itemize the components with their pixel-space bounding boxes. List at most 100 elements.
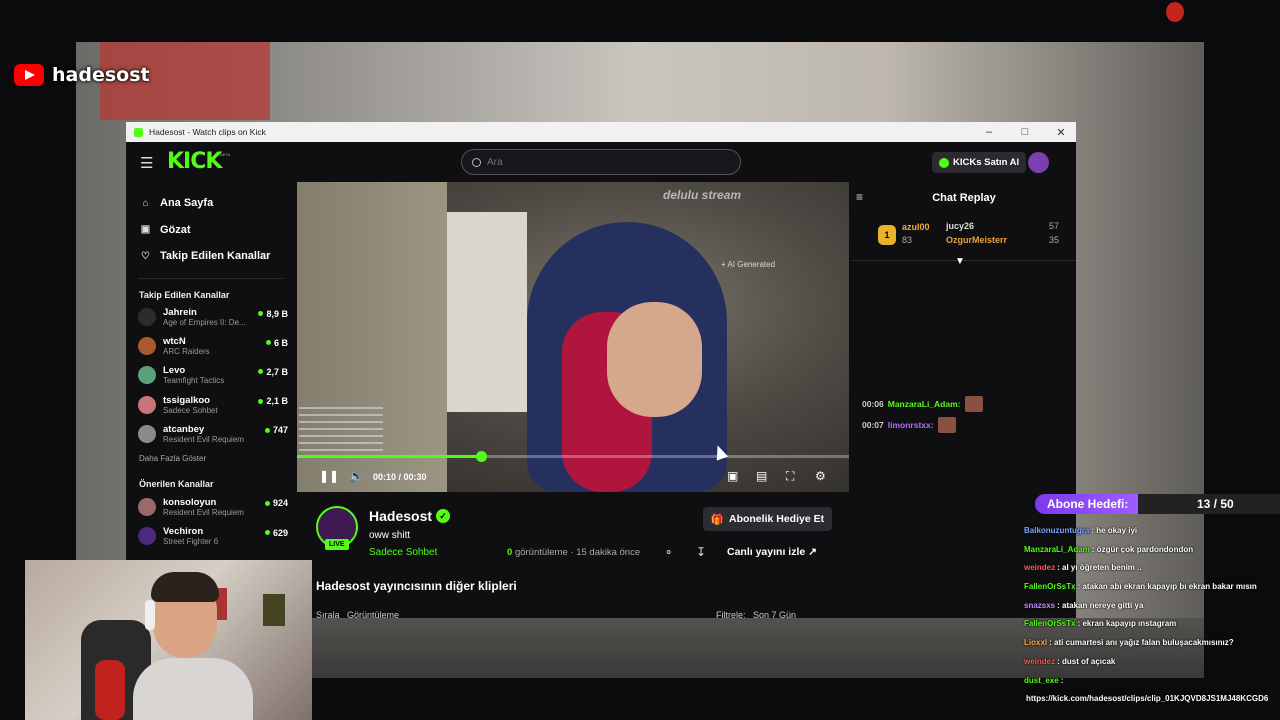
clip-views: 0 görüntüleme · 15 dakika önce (507, 547, 641, 558)
chat-emote-icon (964, 396, 983, 412)
viewer-count-value: 924 (272, 498, 288, 509)
video-progress-bar[interactable] (297, 451, 849, 462)
sidebar-channel-item[interactable]: Vechiron Street Fighter 6 629 (126, 522, 296, 551)
kicks-coin-icon (939, 157, 949, 168)
youtube-icon (14, 64, 44, 86)
webcam-poster (263, 594, 285, 626)
sidebar-divider (138, 277, 284, 279)
video-progress-handle[interactable] (476, 451, 487, 462)
search-input[interactable] (487, 156, 717, 168)
channel-avatar (138, 337, 156, 356)
volume-icon[interactable]: 🔈 (349, 469, 364, 483)
download-icon[interactable]: ↧ (696, 545, 706, 559)
sort-dropdown[interactable]: Görüntüleme (347, 610, 399, 618)
leaderboard-third-value: 35 (1049, 235, 1060, 245)
stream-chat-text: : ati cumartesi anı yağız falan buluşaca… (1049, 638, 1234, 648)
search-bar[interactable] (461, 149, 741, 175)
chat-emote-icon (937, 417, 956, 433)
channel-brand: hadesost (14, 62, 150, 88)
live-dot-icon (265, 340, 271, 346)
kick-logo[interactable]: KICK (167, 149, 222, 174)
beta-label: BETA (220, 152, 231, 157)
channel-category: ARC Raiders (163, 347, 210, 357)
watch-live-link[interactable]: Canlı yayını izle ↗ (727, 546, 817, 558)
channel-category: Sadece Sohbet (163, 405, 218, 415)
minimize-button[interactable]: – (974, 126, 1004, 138)
pause-icon[interactable]: ❚❚ (319, 469, 339, 483)
sidebar-item-home[interactable]: ⌂ Ana Sayfa (126, 190, 296, 217)
stream-chat-message: https://kick.com/hadesost/clips/clip_01K… (1024, 694, 1280, 704)
gift-subscription-button[interactable]: 🎁 Abonelik Hediye Et (703, 507, 832, 531)
stream-chat-message: weindez: dust of açıcak (1024, 657, 1280, 667)
theater-mode-icon[interactable]: ▤ (756, 469, 767, 483)
webcam-chair-accent (95, 660, 125, 720)
sidebar-item-browse[interactable]: ▣ Gözat (126, 217, 296, 244)
gift-subscription-label: Abonelik Hediye Et (728, 513, 825, 525)
share-icon[interactable]: ⚬ (664, 546, 673, 559)
chat-filter-icon[interactable]: ▼ (955, 256, 965, 267)
filter-row: Filtrele: Son 7 Gün (716, 610, 796, 618)
stream-chat-text: : he okay iyi (1091, 526, 1138, 535)
stream-chat-text: : (1060, 675, 1064, 685)
corner-logo-icon (1166, 2, 1184, 22)
viewer-count-value: 8,9 B (266, 308, 288, 319)
video-player[interactable]: delulu stream + AI Generated ❚❚ 🔈 00:10 … (297, 182, 849, 492)
buy-kicks-button[interactable]: KICKs Satın Al (932, 152, 1027, 173)
live-dot-icon (264, 530, 270, 536)
sidebar-channel-item[interactable]: atcanbey Resident Evil Requiem 747 (126, 419, 296, 448)
close-button[interactable]: ✕ (1046, 126, 1076, 139)
channel-avatar (138, 527, 156, 546)
picture-in-picture-icon[interactable]: ▣ (727, 469, 738, 483)
stream-chat-username: FallenOrSsTx (1024, 582, 1076, 592)
user-avatar[interactable] (1028, 152, 1049, 173)
stream-chat-message: Balkonuzuntugra: he okay iyi (1024, 526, 1280, 536)
channel-avatar (138, 366, 156, 385)
show-more-link[interactable]: Daha Fazla Göster (126, 448, 296, 468)
webcam-headset (145, 600, 155, 630)
sidebar-item-following[interactable]: ♡ Takip Edilen Kanallar (126, 243, 296, 270)
maximize-button[interactable]: □ (1010, 126, 1040, 138)
sidebar-item-label: Takip Edilen Kanallar (160, 250, 271, 263)
stream-chat-message: FallenOrSsTx: ekran kapayıp ınstagram (1024, 619, 1280, 629)
fullscreen-icon[interactable]: ⛶ (786, 469, 794, 484)
channel-category: Street Fighter 6 (163, 537, 219, 547)
brand-name: hadesost (52, 64, 150, 86)
channel-avatar (138, 424, 156, 443)
sidebar-channel-item[interactable]: Levo Teamfight Tactics 2,7 B (126, 361, 296, 390)
duration: 00:30 (403, 472, 427, 482)
menu-icon[interactable]: ☰ (140, 154, 153, 172)
followed-channels-list: Jahrein Age of Empires II: De... 8,9 BwtcN… (126, 303, 296, 449)
sidebar-channel-item[interactable]: wtcN ARC Raiders 6 B (126, 332, 296, 361)
channel-name[interactable]: Hadesost (369, 508, 432, 524)
home-icon: ⌂ (142, 197, 149, 209)
subscriber-goal-count: 13 / 50 (1197, 497, 1234, 511)
live-dot-icon (258, 398, 264, 404)
subscriber-goal-bar: Abone Hedefi: 13 / 50 (1035, 494, 1280, 514)
viewer-count: 2,1 B (258, 396, 288, 406)
views-count: 0 (507, 547, 513, 558)
stream-chat-username: ManzaraLi_Adam (1024, 544, 1090, 554)
stream-chat-text: : özgür çok pardondondon (1091, 544, 1194, 554)
window-titlebar: Hadesost - Watch clips on Kick – □ ✕ (126, 122, 1076, 142)
clip-category[interactable]: Sadece Sohbet (369, 547, 437, 558)
channel-category: Teamfight Tactics (163, 376, 225, 386)
viewer-count: 8,9 B (258, 309, 288, 319)
sidebar-item-label: Ana Sayfa (160, 197, 214, 210)
time-display: 00:10 / 00:30 (373, 472, 427, 482)
clip-time-ago: 15 dakika önce (576, 547, 641, 558)
stream-chat-username: weindez (1024, 656, 1056, 666)
filter-dropdown[interactable]: Son 7 Gün (753, 610, 796, 618)
sidebar-channel-item[interactable]: Jahrein Age of Empires II: De... 8,9 B (126, 303, 296, 332)
chat-username[interactable]: ManzaraLi_Adam: (888, 399, 961, 409)
channel-category: Resident Evil Requiem (163, 508, 244, 518)
settings-icon[interactable]: ⚙ (815, 469, 826, 483)
recommended-channels-list: konsoloyun Resident Evil Requiem 924 Vechir… (126, 492, 296, 550)
chat-message: 00:06 ManzaraLi_Adam: (862, 396, 983, 412)
sidebar-channel-item[interactable]: tssigalkoo Sadece Sohbet 2,1 B (126, 390, 296, 419)
stream-frame: hadesost Hadesost - Watch clips on Kick … (0, 0, 1280, 720)
stream-chat-message: snazsxs: atakan nereye gitti ya (1024, 601, 1280, 611)
sidebar-channel-item[interactable]: konsoloyun Resident Evil Requiem 924 (126, 492, 296, 521)
viewer-count: 747 (264, 425, 288, 435)
chat-username[interactable]: limonrstxx: (888, 420, 934, 430)
video-controls: ❚❚ 🔈 00:10 / 00:30 ▣ ▤ ⛶ ⚙ (297, 467, 849, 487)
